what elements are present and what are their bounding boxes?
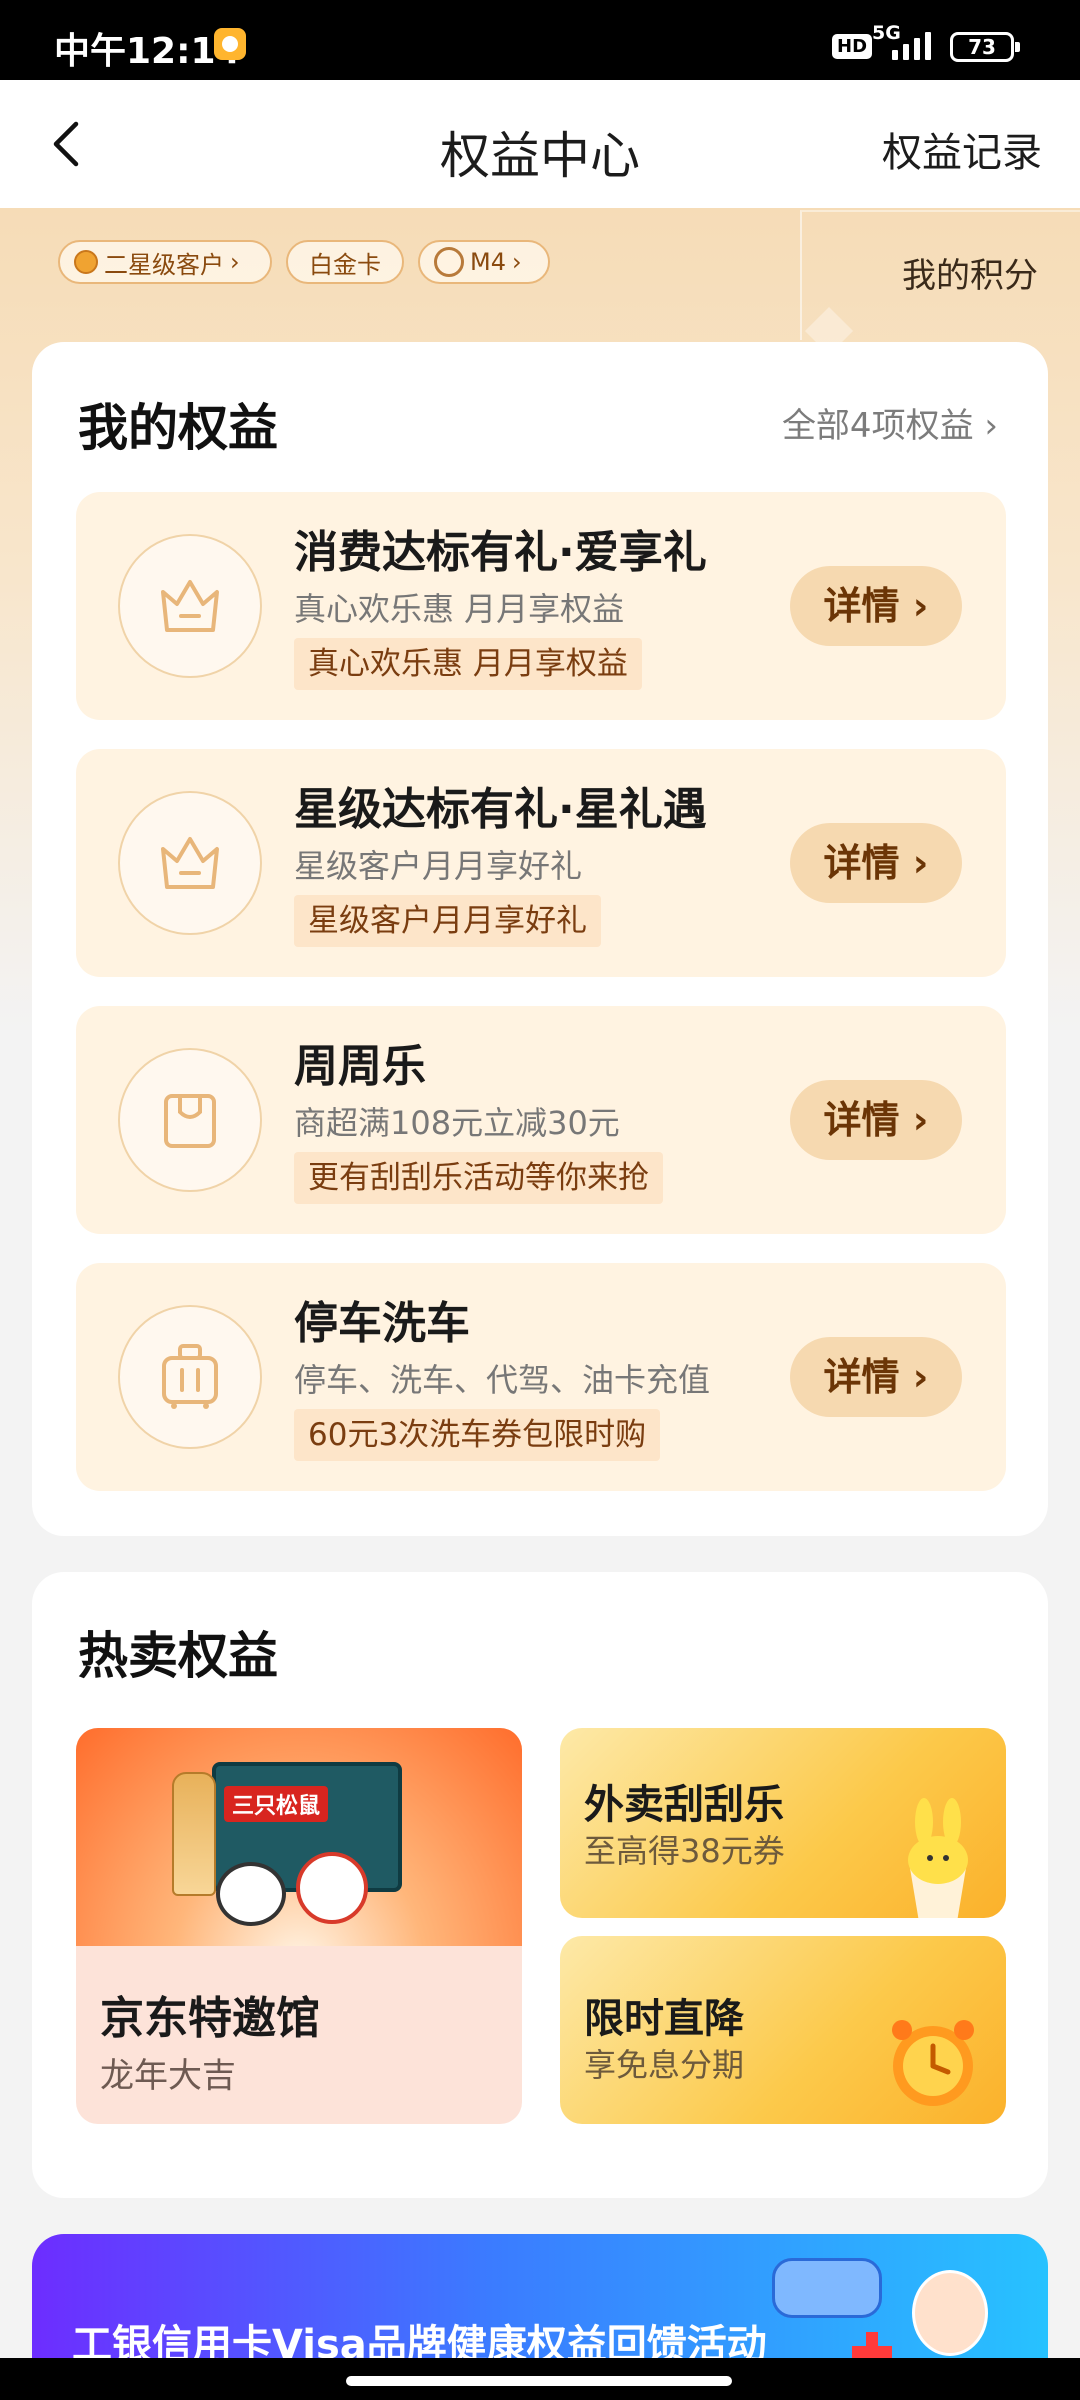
jd-promo-tile[interactable]: 三只松鼠 京东特邀馆 龙年大吉: [76, 1728, 522, 2124]
bunny-drink-icon: [908, 1798, 968, 1918]
benefit-item[interactable]: 消费达标有礼·爱享礼 真心欢乐惠 月月享权益 真心欢乐惠 月月享权益 详情 ›: [76, 492, 1006, 720]
limited-discount-promo-tile[interactable]: 限时直降 享免息分期: [560, 1936, 1006, 2124]
benefit-desc: 星级客户月月享好礼: [294, 847, 583, 885]
face-mask-image: [772, 2258, 882, 2318]
benefit-desc: 真心欢乐惠 月月享权益: [294, 590, 625, 628]
scratch-promo-name: 外卖刮刮乐: [584, 1782, 784, 1828]
detail-label: 详情: [823, 1355, 900, 1399]
benefit-name: 星级达标有礼·星礼遇: [294, 784, 707, 835]
benefit-desc: 停车、洗车、代驾、油卡充值: [294, 1361, 711, 1399]
top-nav-bar: 权益中心 权益记录: [0, 80, 1080, 208]
medal-icon: [74, 250, 98, 274]
app-notification-icon: [214, 28, 246, 60]
benefit-icon-container: [118, 1048, 262, 1192]
all-benefits-link[interactable]: 全部4项权益 ›: [782, 398, 998, 447]
card-type-badge: 白金卡: [286, 240, 404, 284]
points-label[interactable]: 我的积分: [902, 248, 1038, 297]
benefit-tag: 真心欢乐惠 月月享权益: [294, 638, 642, 690]
star-level-badge[interactable]: 二星级客户 ›: [58, 240, 272, 284]
benefit-name: 周周乐: [294, 1041, 426, 1092]
doctor-avatar-image: [912, 2270, 988, 2356]
detail-button[interactable]: 详情 ›: [790, 566, 962, 646]
benefit-item[interactable]: 周周乐 商超满108元立减30元 更有刮刮乐活动等你来抢 详情 ›: [76, 1006, 1006, 1234]
scratch-promo-sub: 至高得38元券: [584, 1832, 785, 1870]
jd-promo-name: 京东特邀馆: [100, 1993, 320, 2044]
jd-promo-sub: 龙年大吉: [100, 2056, 236, 2096]
crown-icon: [161, 580, 219, 632]
crown-icon: [161, 837, 219, 889]
panda-mascot-image: [216, 1862, 286, 1926]
hd-icon: HD: [832, 34, 873, 59]
detail-label: 详情: [823, 584, 900, 628]
benefit-icon-container: [118, 1305, 262, 1449]
detail-label: 详情: [823, 841, 900, 885]
status-time: 中午12:14: [54, 31, 241, 72]
benefit-name: 消费达标有礼·爱享礼: [294, 527, 707, 578]
member-level-label: M4: [470, 248, 506, 276]
scratch-card-promo-tile[interactable]: 外卖刮刮乐 至高得38元券: [560, 1728, 1006, 1918]
member-level-badge[interactable]: M4 ›: [418, 240, 550, 284]
chevron-right-icon: ›: [230, 248, 240, 276]
benefit-icon-container: [118, 534, 262, 678]
alarm-clock-icon: [892, 2020, 974, 2106]
benefit-tag: 更有刮刮乐活动等你来抢: [294, 1152, 663, 1204]
back-arrow-icon[interactable]: [44, 118, 96, 170]
benefit-item[interactable]: 停车洗车 停车、洗车、代驾、油卡充值 60元3次洗车券包限时购 详情 ›: [76, 1263, 1006, 1491]
benefit-desc: 商超满108元立减30元: [294, 1104, 620, 1142]
benefit-item[interactable]: 星级达标有礼·星礼遇 星级客户月月享好礼 星级客户月月享好礼 详情 ›: [76, 749, 1006, 977]
home-indicator[interactable]: [346, 2376, 732, 2386]
star-level-label: 二星级客户: [104, 250, 224, 279]
signal-icon: [878, 30, 936, 60]
status-bar: 中午12:14 HD 5G 73: [0, 0, 1080, 80]
detail-button[interactable]: 详情 ›: [790, 823, 962, 903]
detail-label: 详情: [823, 1098, 900, 1142]
benefit-icon-container: [118, 791, 262, 935]
detail-button[interactable]: 详情 ›: [790, 1337, 962, 1417]
benefit-tag: 60元3次洗车券包限时购: [294, 1409, 661, 1461]
card-type-label: 白金卡: [309, 250, 381, 279]
discount-promo-sub: 享免息分期: [584, 2046, 745, 2084]
hot-benefits-title: 热卖权益: [78, 1627, 278, 1685]
chevron-right-icon: ›: [984, 406, 998, 446]
gift-box-label: 三只松鼠: [224, 1786, 329, 1822]
suitcase-icon: [162, 1344, 218, 1409]
liquor-bottle-image: [172, 1772, 216, 1896]
benefit-records-link[interactable]: 权益记录: [882, 120, 1042, 178]
jd-promo-image: 三只松鼠: [76, 1728, 522, 1946]
discount-promo-name: 限时直降: [584, 1996, 744, 2042]
detail-button[interactable]: 详情 ›: [790, 1080, 962, 1160]
battery-icon: 73: [950, 32, 1020, 62]
globe-icon: [434, 247, 464, 277]
my-benefits-title: 我的权益: [78, 399, 278, 457]
jd-dog-mascot-image: [296, 1852, 368, 1924]
chevron-right-icon: ›: [511, 248, 522, 276]
benefit-name: 停车洗车: [294, 1298, 470, 1349]
shopping-bag-icon: [164, 1094, 216, 1148]
all-benefits-label: 全部4项权益: [781, 406, 974, 446]
benefit-tag: 星级客户月月享好礼: [294, 895, 601, 947]
